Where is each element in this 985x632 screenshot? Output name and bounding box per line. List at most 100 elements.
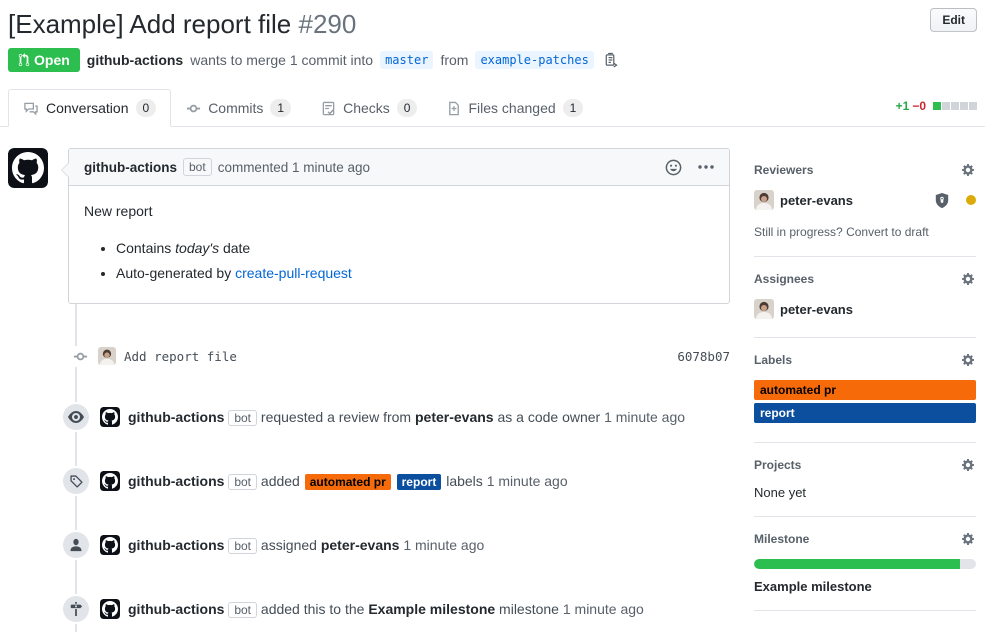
comment-options-button[interactable] bbox=[698, 165, 714, 169]
pr-author[interactable]: github-actions bbox=[87, 52, 183, 68]
reviewer-name[interactable]: peter-evans bbox=[780, 193, 853, 208]
comment-author[interactable]: github-actions bbox=[84, 160, 177, 175]
milestone-progress-bar[interactable] bbox=[754, 559, 976, 569]
event-description: assigned bbox=[261, 537, 317, 553]
eye-icon bbox=[63, 404, 89, 430]
milestone-heading-label: Milestone bbox=[754, 532, 809, 546]
commit-message[interactable]: Add report file bbox=[124, 349, 237, 364]
event-target[interactable]: peter-evans bbox=[321, 537, 400, 553]
event-timestamp[interactable]: 1 minute ago bbox=[487, 473, 568, 489]
octocat-avatar[interactable] bbox=[8, 148, 48, 188]
event-text: github-actions bot added this to the Exa… bbox=[128, 599, 644, 619]
octocat-avatar[interactable] bbox=[100, 471, 120, 491]
timeline-event-milestoned: github-actions bot added this to the Exa… bbox=[8, 596, 730, 622]
smiley-icon bbox=[665, 159, 682, 176]
octocat-avatar[interactable] bbox=[100, 599, 120, 619]
open-status-badge: Open bbox=[8, 48, 80, 72]
projects-heading[interactable]: Projects bbox=[754, 457, 976, 473]
event-actor[interactable]: github-actions bbox=[128, 601, 224, 617]
milestone-heading[interactable]: Milestone bbox=[754, 531, 976, 547]
event-actor[interactable]: github-actions bbox=[128, 473, 224, 489]
label-report[interactable]: report bbox=[754, 403, 976, 423]
event-description: requested a review from bbox=[261, 409, 411, 425]
tab-files-changed[interactable]: Files changed 1 bbox=[432, 89, 598, 127]
octocat-avatar[interactable] bbox=[100, 407, 120, 427]
event-text: github-actions bot requested a review fr… bbox=[128, 407, 685, 427]
gear-icon[interactable] bbox=[960, 457, 976, 473]
label-automated-pr[interactable]: automated pr bbox=[754, 380, 976, 400]
octocat-avatar[interactable] bbox=[100, 535, 120, 555]
gear-icon[interactable] bbox=[960, 531, 976, 547]
event-target: Example milestone bbox=[368, 601, 495, 617]
event-timestamp[interactable]: 1 minute ago bbox=[563, 601, 644, 617]
tab-conversation-count: 0 bbox=[136, 99, 157, 117]
page-title: [Example] Add report file #290 bbox=[8, 8, 930, 40]
bot-badge: bot bbox=[228, 602, 257, 618]
projects-empty-text: None yet bbox=[754, 485, 976, 500]
assignees-heading[interactable]: Assignees bbox=[754, 271, 976, 287]
bot-badge: bot bbox=[228, 410, 257, 426]
diffstat-block bbox=[942, 102, 950, 110]
projects-section: Projects None yet bbox=[754, 443, 976, 517]
comment-timestamp[interactable]: commented 1 minute ago bbox=[218, 160, 370, 175]
reviewer-avatar[interactable] bbox=[754, 190, 774, 210]
labels-heading[interactable]: Labels bbox=[754, 352, 976, 368]
labels-section: Labels automated pr report bbox=[754, 338, 976, 443]
tab-commits[interactable]: Commits 1 bbox=[171, 89, 306, 127]
event-timestamp[interactable]: 1 minute ago bbox=[604, 409, 685, 425]
milestone-icon bbox=[63, 596, 89, 622]
edit-button[interactable]: Edit bbox=[930, 8, 977, 32]
reviewers-heading[interactable]: Reviewers bbox=[754, 162, 976, 178]
gear-icon[interactable] bbox=[960, 271, 976, 287]
tab-conversation[interactable]: Conversation 0 bbox=[8, 89, 171, 127]
tab-files-changed-label: Files changed bbox=[468, 100, 555, 117]
commit-author-avatar[interactable] bbox=[98, 347, 116, 365]
gear-icon[interactable] bbox=[960, 352, 976, 368]
draft-note: Still in progress? Convert to draft bbox=[754, 224, 976, 240]
bot-badge: bot bbox=[183, 158, 212, 176]
assignee-name[interactable]: peter-evans bbox=[780, 302, 853, 317]
comment-header: github-actions bot commented 1 minute ag… bbox=[69, 149, 729, 186]
tab-checks[interactable]: Checks 0 bbox=[306, 89, 432, 127]
milestone-link[interactable]: Example milestone bbox=[754, 579, 872, 594]
assignee-avatar[interactable] bbox=[754, 299, 774, 319]
comment-bullet: Contains today's date bbox=[116, 238, 714, 259]
pr-number: #290 bbox=[299, 9, 357, 39]
bullet-emphasis: today's bbox=[175, 240, 219, 256]
commit-sha[interactable]: 6078b07 bbox=[677, 349, 730, 364]
pr-tabnav: Conversation 0 Commits 1 Checks 0 Files … bbox=[0, 89, 985, 127]
bullet-text: Contains bbox=[116, 240, 171, 256]
assignees-heading-label: Assignees bbox=[754, 272, 814, 286]
event-description: labels bbox=[446, 473, 483, 489]
diffstat[interactable]: +1 −0 bbox=[896, 99, 977, 117]
event-text: github-actions bot added automated pr re… bbox=[128, 471, 568, 492]
event-actor[interactable]: github-actions bbox=[128, 409, 224, 425]
tab-commits-label: Commits bbox=[208, 100, 263, 117]
comment-body: New report Contains today's date Auto-ge… bbox=[69, 186, 729, 303]
convert-to-draft-link[interactable]: Convert to draft bbox=[846, 225, 929, 239]
from-word: from bbox=[440, 52, 468, 68]
diffstat-added: +1 bbox=[896, 99, 910, 113]
draft-note-text: Still in progress? bbox=[754, 225, 843, 239]
comment-box: github-actions bot commented 1 minute ag… bbox=[68, 148, 730, 304]
person-icon bbox=[63, 532, 89, 558]
copy-branch-button[interactable] bbox=[601, 52, 620, 68]
base-branch-label[interactable]: master bbox=[380, 51, 433, 69]
tab-commits-count: 1 bbox=[270, 99, 291, 117]
pr-header: [Example] Add report file #290 Edit Open… bbox=[0, 0, 985, 72]
label-report[interactable]: report bbox=[397, 474, 442, 490]
timeline-event-assigned: github-actions bot assigned peter-evans … bbox=[8, 532, 730, 558]
head-branch-label[interactable]: example-patches bbox=[475, 51, 593, 69]
emoji-reaction-button[interactable] bbox=[665, 159, 682, 176]
gear-icon[interactable] bbox=[960, 162, 976, 178]
event-target[interactable]: peter-evans bbox=[415, 409, 494, 425]
event-timestamp[interactable]: 1 minute ago bbox=[403, 537, 484, 553]
create-pull-request-link[interactable]: create-pull-request bbox=[235, 265, 352, 281]
diffstat-block bbox=[969, 102, 977, 110]
tag-icon bbox=[63, 468, 89, 494]
pr-comment: github-actions bot commented 1 minute ag… bbox=[8, 148, 730, 304]
event-actor[interactable]: github-actions bbox=[128, 537, 224, 553]
event-description: added this to the bbox=[261, 601, 365, 617]
label-automated-pr[interactable]: automated pr bbox=[305, 474, 391, 490]
bot-badge: bot bbox=[228, 538, 257, 554]
